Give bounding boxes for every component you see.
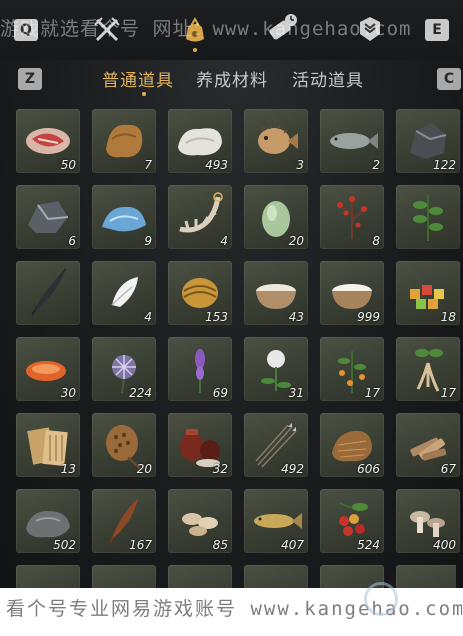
item-quantity: 9 xyxy=(144,234,152,248)
inventory-slot[interactable] xyxy=(244,565,308,588)
inventory-slot[interactable]: 407 xyxy=(244,489,308,553)
item-quantity: 492 xyxy=(281,462,304,476)
item-quantity: 30 xyxy=(60,386,76,400)
item-quantity: 4 xyxy=(144,310,152,324)
item-quantity: 224 xyxy=(129,386,152,400)
inventory-slot[interactable]: 9 xyxy=(92,185,156,249)
item-quantity: 20 xyxy=(288,234,304,248)
inventory-slot[interactable]: 30 xyxy=(16,337,80,401)
item-quantity: 493 xyxy=(205,158,228,172)
category-bar: Q E xyxy=(0,0,463,60)
item-quantity: 400 xyxy=(433,538,456,552)
item-quantity: 85 xyxy=(212,538,228,552)
inventory-slot[interactable]: 224 xyxy=(92,337,156,401)
inventory-slot[interactable]: 17 xyxy=(320,337,384,401)
item-quantity: 3 xyxy=(296,158,304,172)
active-tab-indicator xyxy=(142,92,146,96)
inventory-slot[interactable]: 400 xyxy=(396,489,460,553)
item-quantity: 18 xyxy=(440,310,456,324)
inventory-slot[interactable] xyxy=(168,565,232,588)
item-quantity: 67 xyxy=(440,462,456,476)
inventory-slot[interactable]: 32 xyxy=(168,413,232,477)
item-quantity: 7 xyxy=(144,158,152,172)
item-quantity: 4 xyxy=(220,234,228,248)
inventory-slot[interactable]: 18 xyxy=(396,261,460,325)
tab-event-items[interactable]: 活动道具 xyxy=(292,66,364,91)
item-quantity: 502 xyxy=(53,538,76,552)
pouch-icon[interactable] xyxy=(177,12,213,52)
item-quantity: 43 xyxy=(288,310,304,324)
inventory-slot[interactable]: 31 xyxy=(244,337,308,401)
inventory-slot[interactable]: 85 xyxy=(168,489,232,553)
inventory-grid: 50 7 493 3 2 122 6 9 4 20 8 4 153 43 999 18 30 224 69 31 17 1… xyxy=(16,109,460,553)
item-quantity: 17 xyxy=(440,386,456,400)
inventory-slot[interactable] xyxy=(16,565,80,588)
inventory-slot[interactable] xyxy=(92,565,156,588)
inventory-slot[interactable]: 167 xyxy=(92,489,156,553)
prev-category-key[interactable]: Q xyxy=(14,19,38,41)
item-quantity: 31 xyxy=(288,386,304,400)
item-quantity: 606 xyxy=(357,462,380,476)
inventory-slot[interactable]: 13 xyxy=(16,413,80,477)
item-quantity: 69 xyxy=(212,386,228,400)
inventory-slot[interactable]: 43 xyxy=(244,261,308,325)
tab-common-items[interactable]: 普通道具 xyxy=(102,66,174,91)
inventory-slot[interactable] xyxy=(16,261,80,325)
inventory-slot[interactable]: 4 xyxy=(168,185,232,249)
inventory-slot[interactable] xyxy=(396,185,460,249)
inventory-slot[interactable]: 8 xyxy=(320,185,384,249)
inventory-slot[interactable]: 3 xyxy=(244,109,308,173)
item-quantity: 20 xyxy=(136,462,152,476)
inventory-slot[interactable]: 999 xyxy=(320,261,384,325)
inventory-slot[interactable]: 606 xyxy=(320,413,384,477)
item-quantity: 999 xyxy=(357,310,380,324)
item-quantity: 167 xyxy=(129,538,152,552)
item-quantity: 122 xyxy=(433,158,456,172)
inventory-slot[interactable]: 6 xyxy=(16,185,80,249)
item-quantity: 50 xyxy=(60,158,76,172)
inventory-slot[interactable]: 20 xyxy=(244,185,308,249)
inventory-slot[interactable]: 492 xyxy=(244,413,308,477)
tab-growth-materials[interactable]: 养成材料 xyxy=(196,66,268,91)
scroll-clock-icon[interactable] xyxy=(265,10,301,46)
item-quantity: 2 xyxy=(372,158,380,172)
scroll-badge-icon[interactable] xyxy=(352,12,388,48)
item-quantity: 17 xyxy=(364,386,380,400)
next-tab-key[interactable]: C xyxy=(437,68,461,90)
inventory-slot[interactable]: 50 xyxy=(16,109,80,173)
inventory-slot[interactable]: 4 xyxy=(92,261,156,325)
prev-tab-key[interactable]: Z xyxy=(18,68,42,90)
inventory-slot[interactable]: 20 xyxy=(92,413,156,477)
inventory-slot[interactable]: 502 xyxy=(16,489,80,553)
inventory-slot[interactable]: 122 xyxy=(396,109,460,173)
next-category-key[interactable]: E xyxy=(425,19,449,41)
item-quantity: 32 xyxy=(212,462,228,476)
inventory-slot[interactable]: 153 xyxy=(168,261,232,325)
inventory-slot[interactable]: 524 xyxy=(320,489,384,553)
item-quantity: 8 xyxy=(372,234,380,248)
inventory-slot[interactable]: 493 xyxy=(168,109,232,173)
inventory-slot[interactable]: 67 xyxy=(396,413,460,477)
inventory-slot[interactable] xyxy=(396,565,456,588)
sub-tab-bar: Z 普通道具 养成材料 活动道具 C xyxy=(0,60,463,100)
inventory-slot[interactable]: 2 xyxy=(320,109,384,173)
item-quantity: 407 xyxy=(281,538,304,552)
inventory-slot[interactable]: 69 xyxy=(168,337,232,401)
item-quantity: 6 xyxy=(68,234,76,248)
item-quantity: 524 xyxy=(357,538,380,552)
item-quantity: 153 xyxy=(205,310,228,324)
item-quantity: 13 xyxy=(60,462,76,476)
crossed-swords-icon[interactable] xyxy=(89,12,125,48)
inventory-slot[interactable]: 17 xyxy=(396,337,460,401)
watermark-logo xyxy=(364,582,398,616)
inventory-slot[interactable]: 7 xyxy=(92,109,156,173)
